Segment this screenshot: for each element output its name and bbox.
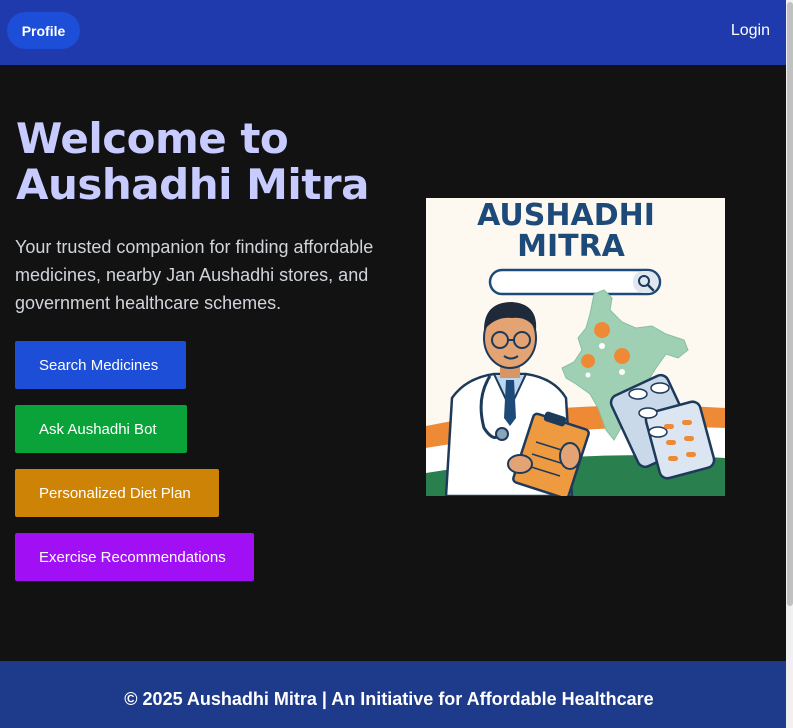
exercise-recommendations-button[interactable]: Exercise Recommendations — [15, 533, 254, 581]
hero-title: Welcome to Aushadhi Mitra — [16, 116, 416, 208]
scrollbar-thumb[interactable] — [787, 2, 793, 606]
site-footer: © 2025 Aushadhi Mitra | An Initiative fo… — [0, 661, 786, 728]
hero-title-line1: Welcome to — [16, 114, 289, 163]
search-bar-graphic — [488, 268, 662, 296]
top-navbar: Profile Login — [0, 0, 786, 65]
login-link[interactable]: Login — [731, 22, 770, 40]
profile-button[interactable]: Profile — [7, 12, 80, 49]
hero-description: Your trusted companion for finding affor… — [15, 237, 374, 313]
hero-title-line2: Aushadhi Mitra — [16, 160, 369, 209]
logo-text-line1: AUSHADHI — [477, 198, 655, 233]
search-medicines-button[interactable]: Search Medicines — [15, 341, 186, 389]
doctor-illustration: AUSHADHI MITRA — [426, 198, 725, 496]
hero-illustration: AUSHADHI MITRA — [426, 198, 725, 496]
diet-plan-button[interactable]: Personalized Diet Plan — [15, 469, 219, 517]
ask-bot-button[interactable]: Ask Aushadhi Bot — [15, 405, 187, 453]
footer-copyright: © 2025 Aushadhi Mitra | An Initiative fo… — [124, 689, 654, 709]
logo-text-line2: MITRA — [517, 229, 626, 264]
